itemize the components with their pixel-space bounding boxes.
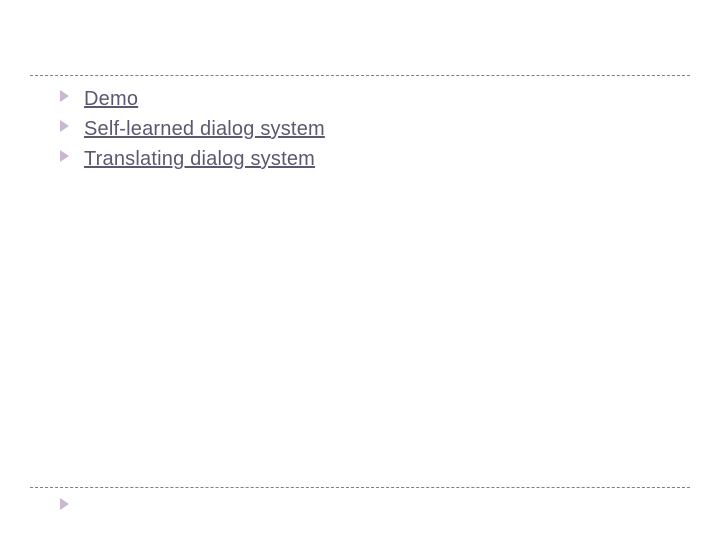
slide-container: Demo Self-learned dialog system Translat… xyxy=(0,0,720,540)
divider-top xyxy=(30,75,690,76)
triangle-right-icon xyxy=(60,90,84,102)
list-item: Demo xyxy=(60,85,680,113)
triangle-right-icon xyxy=(60,497,69,515)
triangle-right-icon xyxy=(60,150,84,162)
divider-bottom xyxy=(30,487,690,488)
list-item: Self-learned dialog system xyxy=(60,115,680,143)
list-item-label: Self-learned dialog system xyxy=(84,115,325,143)
content-area: Demo Self-learned dialog system Translat… xyxy=(60,85,680,175)
triangle-right-icon xyxy=(60,120,84,132)
list-item-label: Demo xyxy=(84,85,138,113)
list-item-label: Translating dialog system xyxy=(84,145,315,173)
list-item: Translating dialog system xyxy=(60,145,680,173)
